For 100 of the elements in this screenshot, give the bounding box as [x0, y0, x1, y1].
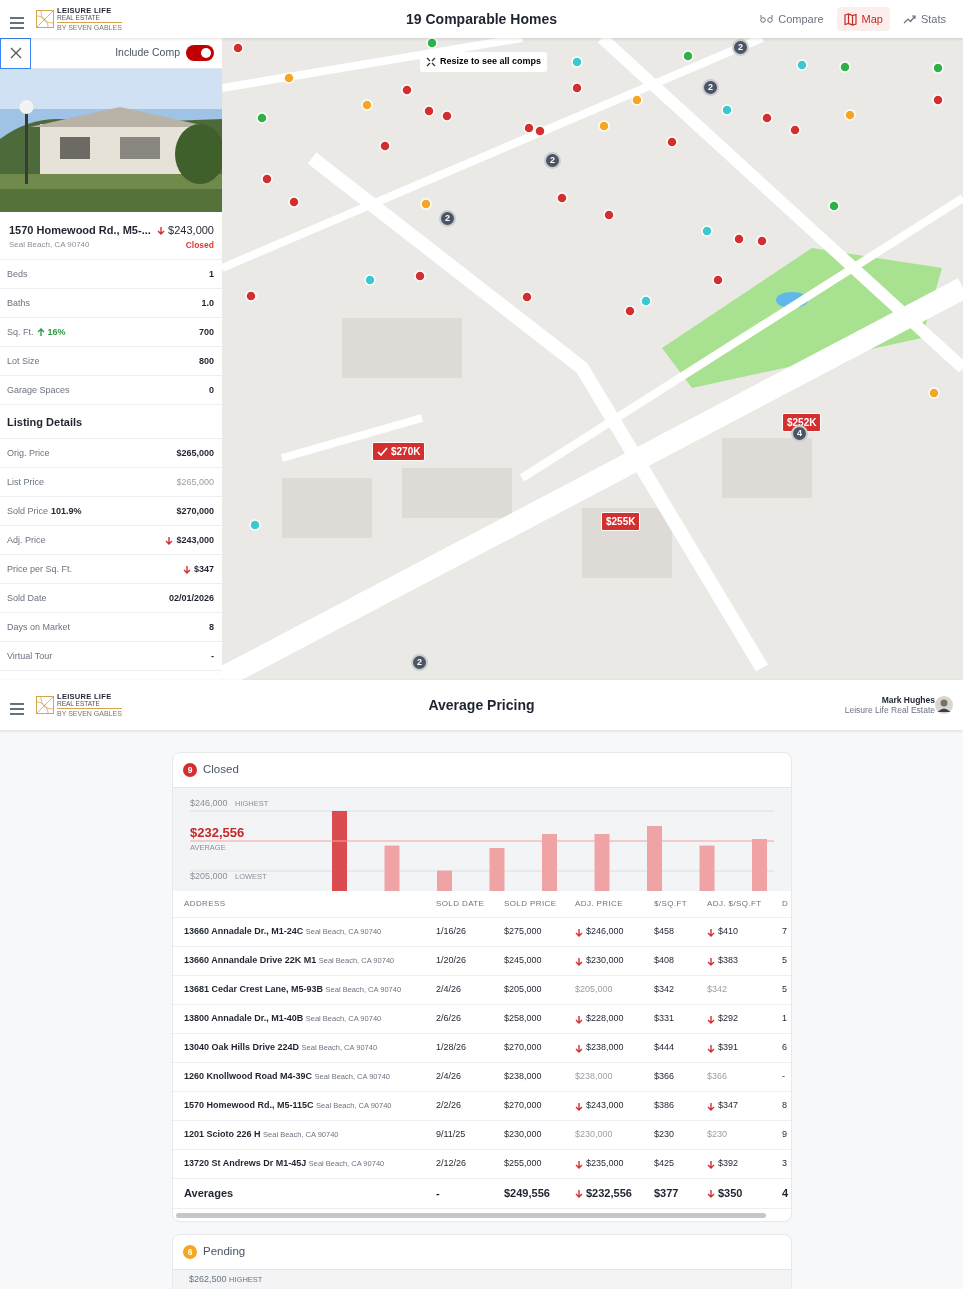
- count-badge: 9: [183, 763, 197, 777]
- column-header: ADDRESS: [184, 898, 227, 910]
- table-cell: $205,000: [575, 983, 613, 997]
- table-cell-text: 2/2/26: [436, 1099, 463, 1113]
- table-cell-text: $377: [654, 1186, 680, 1202]
- table-cell-text: $249,556: [504, 1186, 551, 1202]
- table-cell-text: $408: [654, 954, 676, 968]
- change-percent: 101.9%: [51, 504, 82, 518]
- table-cell-text: 1/20/26: [436, 954, 468, 968]
- tab[interactable]: Map: [836, 6, 890, 32]
- toggle-switch[interactable]: [186, 45, 214, 61]
- page-title: Average Pricing: [428, 696, 535, 713]
- field-value: 02/01/2026: [168, 591, 214, 605]
- table-cell-text: $255,000: [504, 1157, 543, 1171]
- field-label: Baths: [7, 296, 30, 310]
- field-value: 0: [209, 383, 214, 397]
- close-icon: [9, 47, 22, 59]
- table-cell-text: 2/12/26: [436, 1157, 468, 1171]
- table-cell: $230,000: [575, 1128, 613, 1142]
- table-cell: $392: [718, 1157, 739, 1171]
- home-price: $243,000: [168, 223, 214, 238]
- table-cell: $228,000: [586, 1012, 624, 1026]
- row-label: Averages: [184, 1186, 234, 1202]
- table-cell: $292: [718, 1012, 739, 1026]
- field-value: 700: [198, 325, 214, 339]
- status-text: Closed: [184, 238, 214, 252]
- table-cell-text: $425: [654, 1157, 676, 1171]
- table-cell: $383: [718, 954, 739, 968]
- field-label: Orig. Price: [7, 446, 50, 460]
- home-address: 1570 Homewood Rd., M5-...: [9, 223, 151, 238]
- field-value: $347: [193, 562, 214, 576]
- column-header: D: [782, 898, 790, 910]
- table-cell-text: $342: [654, 983, 676, 997]
- field-label: Lot Size: [7, 354, 40, 368]
- avatar: [935, 696, 953, 714]
- field-value: -: [211, 649, 214, 663]
- table-cell: $230,000: [586, 954, 624, 968]
- table-cell-text: $238,000: [504, 1070, 543, 1084]
- field-label: Price per Sq. Ft.: [7, 562, 73, 576]
- logo-icon: [36, 696, 54, 714]
- table-cell-text: 9: [782, 1128, 788, 1142]
- table-cell-text: 1/28/26: [436, 1041, 468, 1055]
- table-cell-text: 2/6/26: [436, 1012, 463, 1026]
- field-label: Sq. Ft.: [7, 325, 34, 339]
- field-value: 8: [209, 620, 214, 634]
- user-company: Leisure Life Real Estate: [844, 705, 935, 716]
- toggle-label: Include Comp: [115, 45, 180, 61]
- table-cell: $246,000: [586, 925, 624, 939]
- table-cell-text: 3: [782, 1157, 788, 1171]
- user-name: Mark Hughes: [880, 694, 935, 705]
- tab[interactable]: Stats: [895, 6, 953, 32]
- table-cell-text: $230,000: [504, 1128, 543, 1142]
- group-title: Pending: [203, 1244, 246, 1260]
- field-label: Garage Spaces: [7, 383, 70, 397]
- tab[interactable]: Compare: [753, 6, 831, 32]
- table-cell-text: $444: [654, 1041, 676, 1055]
- field-value: 1: [209, 267, 214, 281]
- column-header: SOLD PRICE: [504, 898, 558, 910]
- table-cell: $342: [707, 983, 728, 997]
- change-percent: 16%: [47, 325, 66, 339]
- table-cell: $238,000: [586, 1041, 624, 1055]
- table-cell-text: $331: [654, 1012, 676, 1026]
- table-cell-text: 8: [782, 1099, 788, 1113]
- field-label: Sold Price: [7, 504, 49, 518]
- field-value: 800: [198, 354, 214, 368]
- table-cell: $243,000: [586, 1099, 624, 1113]
- table-cell-text: $458: [654, 925, 676, 939]
- table-cell-text: $230: [654, 1128, 676, 1142]
- scrollbar[interactable]: [176, 1212, 766, 1218]
- field-label: Beds: [7, 267, 28, 281]
- field-label: Adj. Price: [7, 533, 46, 547]
- field-value: $243,000: [176, 533, 214, 547]
- home-city: Seal Beach, CA 90740: [9, 238, 91, 251]
- column-header: $/SQ.FT: [654, 898, 689, 910]
- table-cell-text: -: [436, 1186, 441, 1202]
- close-button[interactable]: [0, 37, 31, 69]
- table-cell-text: $205,000: [504, 983, 543, 997]
- logo-icon: [36, 10, 54, 28]
- table-cell-text: -: [782, 1070, 786, 1084]
- table-cell-text: $366: [654, 1070, 676, 1084]
- table-cell: $235,000: [586, 1157, 624, 1171]
- trend-line-icon: [902, 12, 916, 26]
- table-cell-text: 2/4/26: [436, 1070, 463, 1084]
- table-cell: $238,000: [575, 1070, 613, 1084]
- table-cell-text: $270,000: [504, 1041, 543, 1055]
- table-cell-text: 9/11/25: [436, 1128, 467, 1142]
- table-cell-text: $350: [718, 1186, 743, 1202]
- table-cell-text: 5: [782, 983, 788, 997]
- table-cell-text: 2/4/26: [436, 983, 463, 997]
- table-cell-text: 4: [782, 1186, 790, 1202]
- map-icon: [843, 12, 857, 26]
- table-cell-text: 7: [782, 925, 788, 939]
- table-cell-text: $245,000: [504, 954, 543, 968]
- count-badge: 6: [183, 1245, 197, 1259]
- column-header: ADJ. $/SQ.FT: [707, 898, 763, 910]
- field-label: Days on Market: [7, 620, 71, 634]
- table-cell-text: 1/16/26: [436, 925, 468, 939]
- column-header: SOLD DATE: [436, 898, 486, 910]
- chart-label: $205,000: [190, 871, 228, 881]
- field-value: $265,000: [176, 475, 214, 489]
